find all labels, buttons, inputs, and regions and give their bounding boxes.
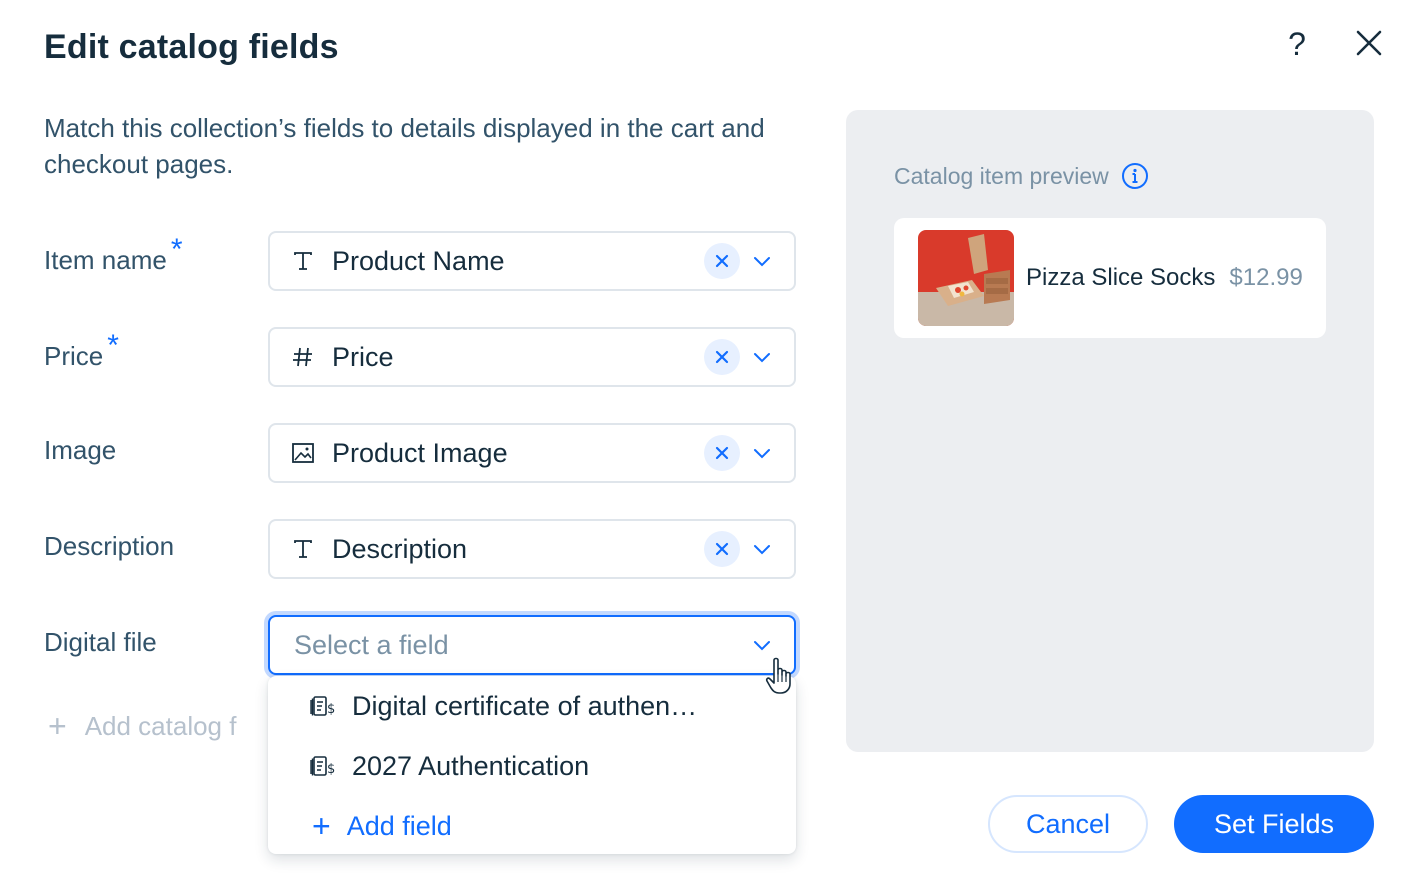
chevron-down-icon[interactable] [750,345,774,369]
price-value: Price [332,341,394,372]
clear-icon[interactable] [704,243,740,279]
image-select[interactable]: Product Image [268,423,796,483]
required-asterisk: * [170,233,183,266]
number-type-icon [288,342,318,372]
price-label-text: Price [44,341,104,371]
catalog-preview-panel: Catalog item preview Pizza Slice Socks $… [846,110,1374,752]
add-field-button[interactable]: + Add field [268,796,796,856]
edit-catalog-fields-dialog: Edit catalog fields ? Match this collect… [0,0,1418,884]
dialog-title: Edit catalog fields [44,28,339,66]
help-button[interactable]: ? [1280,24,1314,64]
close-icon[interactable] [1350,24,1388,62]
preview-heading: Catalog item preview [894,162,1149,190]
image-type-icon [288,438,318,468]
chevron-down-icon[interactable] [750,249,774,273]
set-fields-button[interactable]: Set Fields [1174,795,1374,853]
item-name-label: Item name * [44,233,183,277]
text-type-icon [288,246,318,276]
product-name: Pizza Slice Socks [1026,264,1216,291]
add-catalog-field-label: Add catalog f [84,711,237,741]
preview-card: Pizza Slice Socks $12.99 [894,218,1326,338]
clear-icon[interactable] [704,435,740,471]
dropdown-option[interactable]: $ 2027 Authentication [268,736,796,796]
dialog-subtitle: Match this collection’s fields to detail… [44,113,765,179]
preview-label-text: Catalog item preview [894,162,1109,189]
hand-pointer-cursor-icon [764,656,798,696]
add-field-label: Add field [346,810,452,841]
info-icon[interactable] [1121,162,1149,190]
digital-file-icon: $ [308,690,340,722]
dropdown-option-label: 2027 Authentication [352,750,590,781]
digital-file-icon: $ [308,750,340,782]
add-catalog-field-button[interactable]: + Add catalog f [44,708,236,745]
text-type-icon [288,534,318,564]
dropdown-option-label: Digital certificate of authen… [352,690,698,721]
plus-icon: + [312,807,331,844]
product-thumbnail [918,230,1014,326]
chevron-down-icon[interactable] [750,441,774,465]
cancel-button[interactable]: Cancel [988,795,1148,853]
svg-text:$: $ [327,702,335,717]
description-value: Description [332,533,468,564]
digital-file-label: Digital file [44,627,157,657]
dropdown-option[interactable]: $ Digital certificate of authen… [268,676,796,736]
chevron-down-icon[interactable] [750,537,774,561]
item-name-label-text: Item name [44,245,167,275]
image-label: Image [44,435,117,465]
description-label: Description [44,531,175,561]
product-price: $12.99 [1229,264,1303,291]
item-name-select[interactable]: Product Name [268,231,796,291]
clear-icon[interactable] [704,531,740,567]
plus-icon: + [48,708,67,744]
digital-file-select[interactable]: Select a field [268,615,796,675]
price-select[interactable]: Price [268,327,796,387]
price-label: Price * [44,329,119,373]
description-select[interactable]: Description [268,519,796,579]
item-name-value: Product Name [332,245,505,276]
image-value: Product Image [332,437,508,468]
digital-file-dropdown: $ Digital certificate of authen… $ 2027 … [268,676,796,854]
digital-file-placeholder: Select a field [294,629,449,660]
svg-text:$: $ [327,762,335,777]
clear-icon[interactable] [704,339,740,375]
required-asterisk: * [107,329,119,362]
chevron-down-icon[interactable] [750,633,774,657]
